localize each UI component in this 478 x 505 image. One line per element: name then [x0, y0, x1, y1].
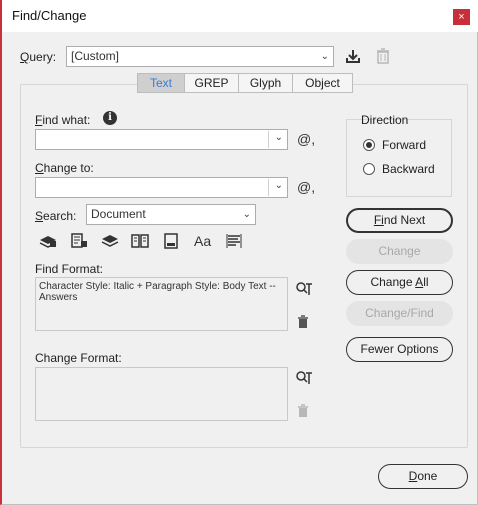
- specify-change-format-icon[interactable]: [295, 370, 313, 389]
- close-button[interactable]: ×: [453, 9, 470, 25]
- whole-word-icon[interactable]: [226, 233, 242, 249]
- forward-radio[interactable]: [363, 139, 375, 151]
- forward-label[interactable]: Forward: [382, 138, 426, 152]
- find-format-box[interactable]: Character Style: Italic + Paragraph Styl…: [35, 277, 288, 331]
- done-button[interactable]: Done: [378, 464, 468, 489]
- change-special-characters-icon[interactable]: @,: [297, 179, 315, 195]
- find-next-button[interactable]: Find Next: [346, 208, 453, 233]
- tab-text[interactable]: Text: [137, 73, 185, 93]
- change-to-input[interactable]: ⌄: [35, 177, 288, 198]
- search-scope-select[interactable]: Document ⌄: [86, 204, 256, 225]
- tab-glyph[interactable]: Glyph: [238, 73, 293, 93]
- include-locked-layers-icon[interactable]: [39, 233, 57, 249]
- clear-change-format-icon: [297, 404, 309, 421]
- specify-find-format-icon[interactable]: [295, 281, 313, 300]
- delete-query-icon[interactable]: [376, 48, 390, 67]
- find-special-characters-icon[interactable]: @,: [297, 131, 315, 147]
- window-title: Find/Change: [12, 8, 87, 23]
- direction-group: [346, 119, 452, 197]
- chevron-down-icon: ⌄: [274, 180, 283, 191]
- find-what-label: Find what:: [35, 113, 91, 127]
- save-query-icon[interactable]: [345, 48, 361, 67]
- change-format-box[interactable]: [35, 367, 288, 421]
- direction-label: Direction: [361, 113, 409, 127]
- include-hidden-layers-icon[interactable]: [101, 233, 119, 249]
- find-format-label: Find Format:: [35, 262, 104, 276]
- include-locked-stories-icon[interactable]: [70, 233, 88, 249]
- chevron-down-icon: ⌄: [242, 209, 251, 220]
- backward-radio[interactable]: [363, 163, 375, 175]
- backward-label[interactable]: Backward: [382, 162, 435, 176]
- search-scope-value: Document: [91, 207, 146, 221]
- change-to-label: Change to:: [35, 161, 94, 175]
- tab-object[interactable]: Object: [292, 73, 353, 93]
- change-find-button[interactable]: Change/Find: [346, 301, 453, 326]
- case-sensitive-icon[interactable]: Aa: [194, 233, 211, 249]
- change-all-button[interactable]: Change All: [346, 270, 453, 295]
- query-select[interactable]: [Custom] ⌄: [66, 46, 334, 67]
- change-format-label: Change Format:: [35, 351, 122, 365]
- include-footnotes-icon[interactable]: [163, 233, 179, 249]
- tab-grep[interactable]: GREP: [184, 73, 239, 93]
- change-button[interactable]: Change: [346, 239, 453, 264]
- find-change-dialog: Find/Change × Query: [Custom] ⌄ Text GRE…: [0, 0, 478, 505]
- query-label: Query:: [20, 50, 57, 64]
- fewer-options-button[interactable]: Fewer Options: [346, 337, 453, 362]
- chevron-down-icon: ⌄: [320, 51, 329, 62]
- chevron-down-icon: ⌄: [274, 132, 283, 143]
- tab-bar: Text GREP Glyph Object: [137, 73, 353, 93]
- include-master-pages-icon[interactable]: [131, 233, 149, 249]
- clear-find-format-icon[interactable]: [297, 315, 309, 332]
- query-value: [Custom]: [71, 49, 120, 63]
- find-what-input[interactable]: ⌄: [35, 129, 288, 150]
- search-label: Search:: [35, 209, 77, 223]
- title-bar: Find/Change ×: [2, 0, 478, 32]
- info-icon[interactable]: i: [103, 111, 117, 125]
